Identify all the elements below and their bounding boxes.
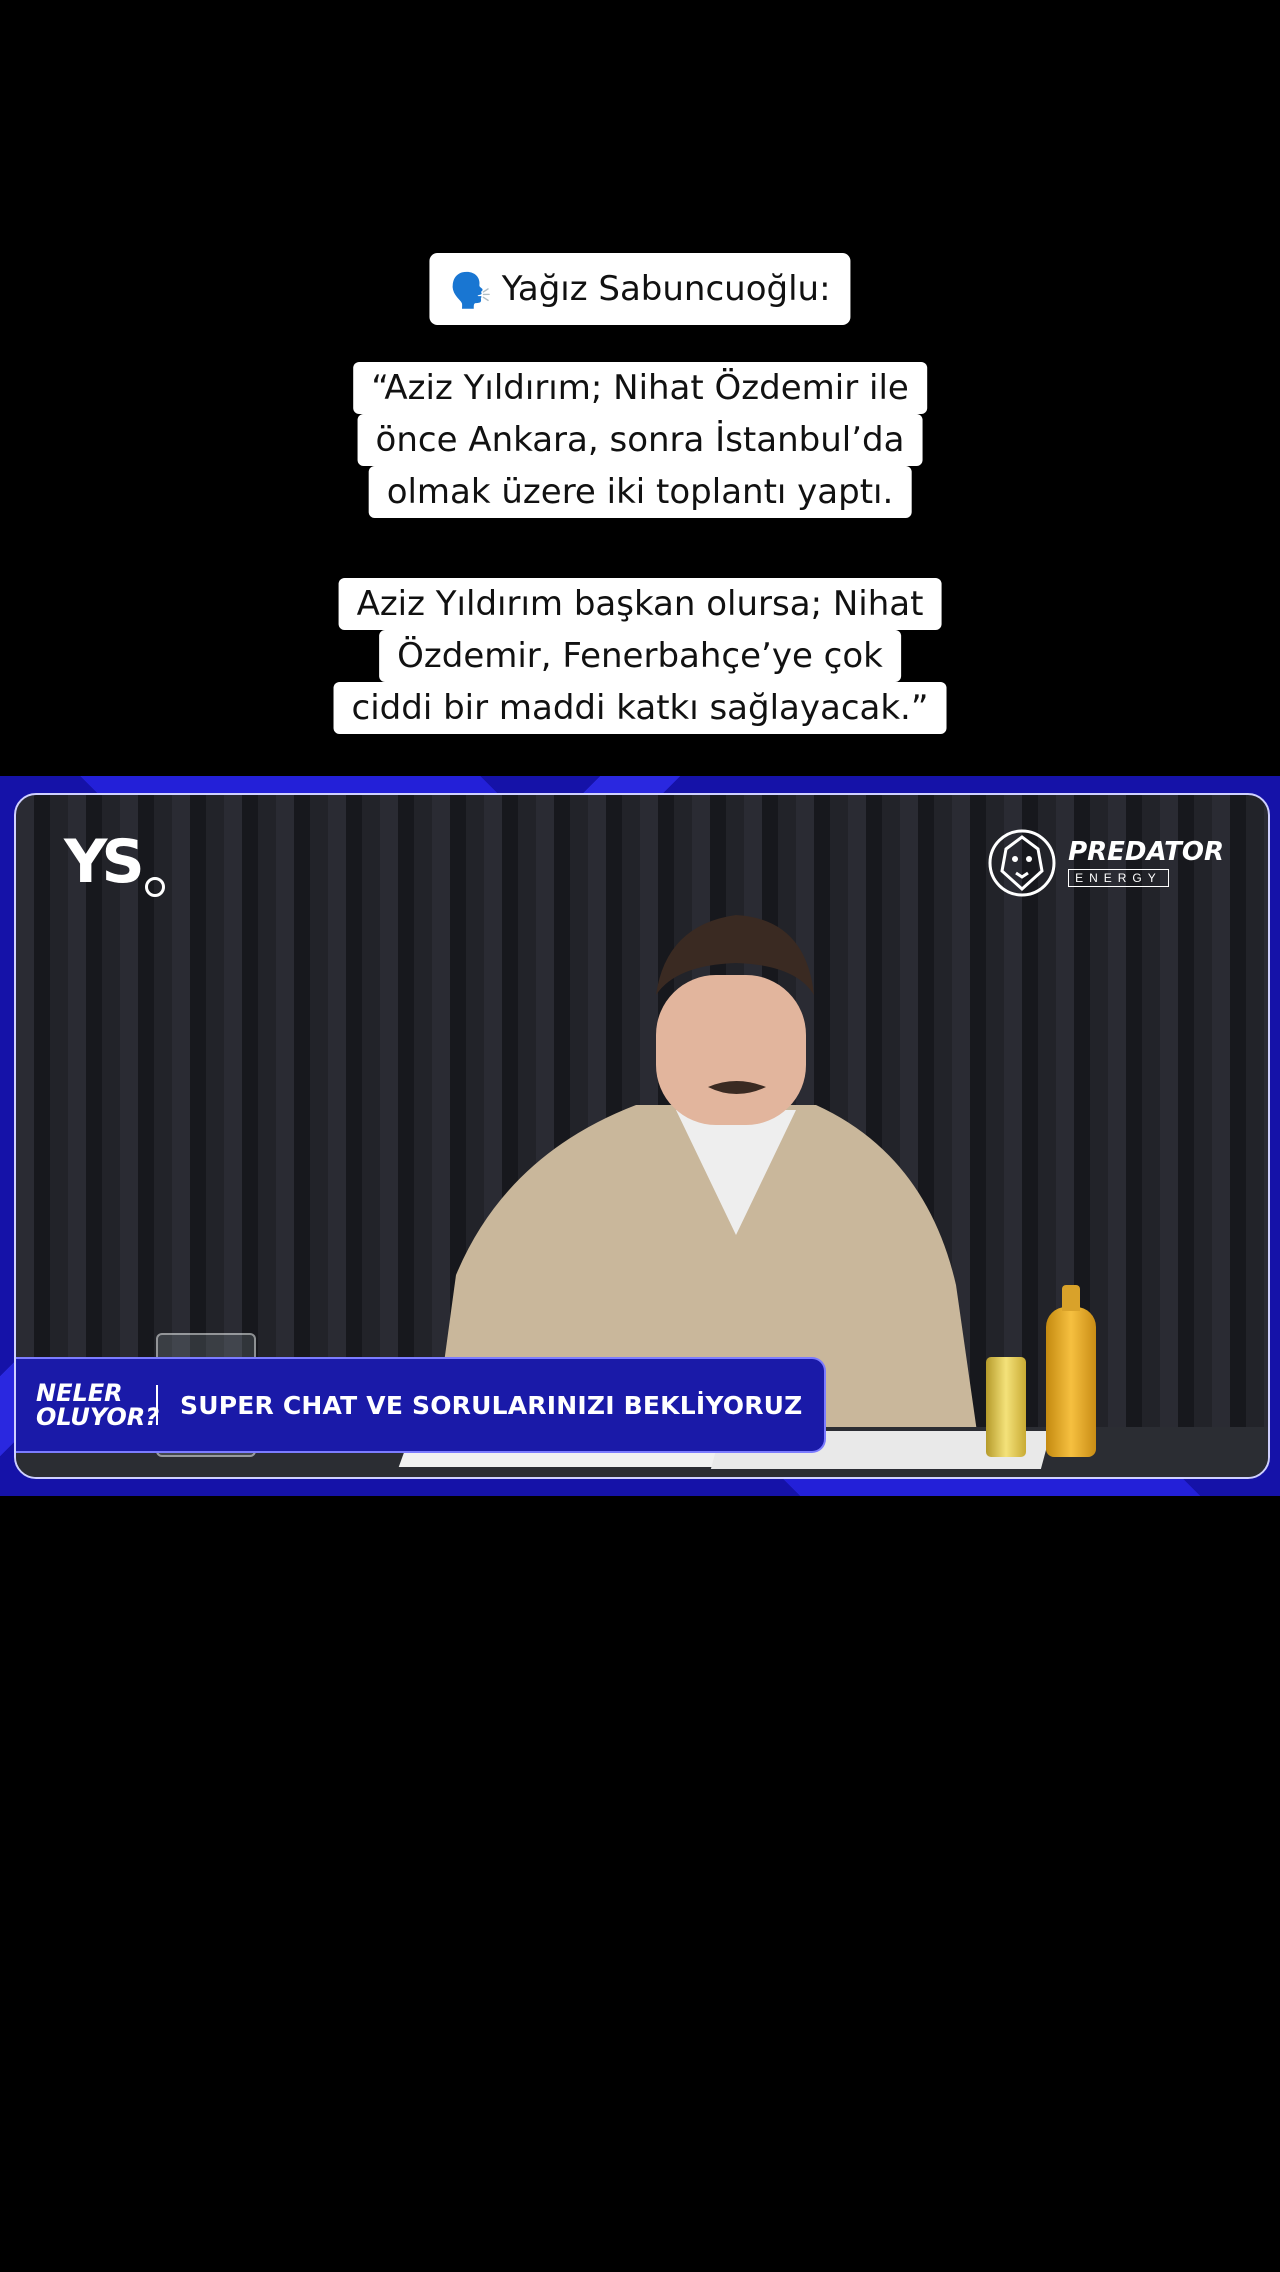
quote2-line-3: ciddi bir maddi katkı sağlayacak.”: [333, 682, 947, 734]
sponsor-logo: PREDATOR ENERGY: [984, 823, 1224, 903]
show-logo: NELER OLUYOR?: [36, 1379, 160, 1431]
energy-bottle: [1046, 1285, 1096, 1457]
quote1-line-1: “Aziz Yıldırım; Nihat Özdemir ile: [353, 362, 927, 414]
quote2-line-2: Özdemir, Fenerbahçe’ye çok: [379, 630, 901, 682]
energy-can: [986, 1357, 1026, 1457]
video-frame[interactable]: YS PREDATOR ENERGY NELER OLUYOR? SUPER C…: [0, 776, 1280, 1496]
speaking-head-icon: 🗣️: [449, 270, 492, 311]
divider: [156, 1385, 158, 1425]
sponsor-brand: PREDATOR: [1068, 837, 1224, 867]
speaker-label: 🗣️ Yağız Sabuncuoğlu:: [429, 253, 851, 325]
quote1-line-3: olmak üzere iki toplantı yaptı.: [368, 466, 912, 518]
lower-third-banner: NELER OLUYOR? SUPER CHAT VE SORULARINIZI…: [16, 1357, 826, 1453]
banner-text: SUPER CHAT VE SORULARINIZI BEKLİYORUZ: [180, 1390, 803, 1420]
quote2-line-1: Aziz Yıldırım başkan olursa; Nihat: [338, 578, 942, 630]
studio-scene: YS PREDATOR ENERGY NELER OLUYOR? SUPER C…: [14, 793, 1270, 1479]
quote1-line-2: önce Ankara, sonra İstanbul’da: [357, 414, 923, 466]
caption-area: 🗣️ Yağız Sabuncuoğlu: “Aziz Yıldırım; Nih…: [0, 0, 1280, 780]
sponsor-sub: ENERGY: [1068, 869, 1169, 887]
channel-logo: YS: [64, 827, 165, 897]
speaker-name: Yağız Sabuncuoğlu:: [501, 269, 831, 309]
